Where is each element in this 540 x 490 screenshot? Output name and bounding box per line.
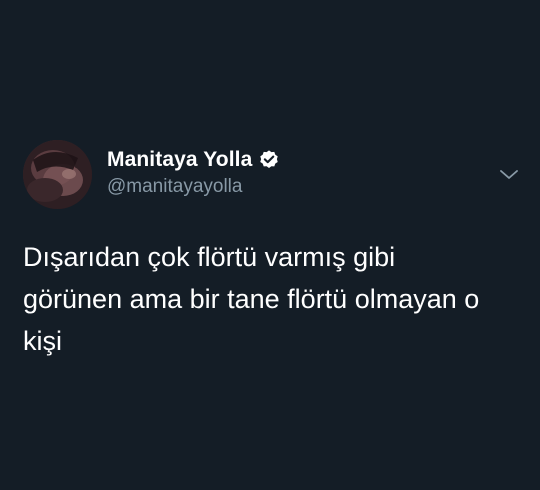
chevron-down-icon[interactable] (497, 165, 521, 185)
user-handle[interactable]: @manitayayolla (107, 176, 280, 198)
tweet-card: Manitaya Yolla @manitayayolla Dışarıdan … (0, 0, 540, 490)
avatar[interactable] (23, 140, 92, 209)
verified-badge-icon (258, 149, 280, 171)
avatar-image (23, 140, 92, 209)
user-info: Manitaya Yolla @manitayayolla (107, 146, 280, 198)
tweet-text: Dışarıdan çok flörtü varmış gibi görünen… (23, 242, 480, 356)
display-name-row: Manitaya Yolla (107, 146, 280, 174)
display-name[interactable]: Manitaya Yolla (107, 148, 252, 172)
